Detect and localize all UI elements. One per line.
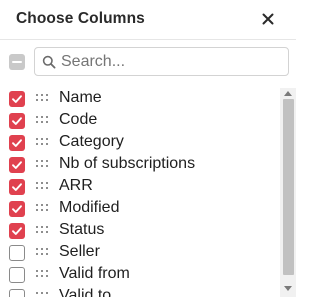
drag-handle-icon[interactable]	[36, 138, 48, 146]
close-icon	[262, 13, 274, 25]
column-label: Name	[59, 89, 102, 106]
column-checkbox[interactable]	[9, 245, 25, 261]
check-icon	[12, 205, 22, 213]
column-checkbox[interactable]	[9, 267, 25, 283]
drag-handle-icon[interactable]	[36, 270, 48, 278]
search-box[interactable]	[34, 47, 289, 76]
drag-handle-icon[interactable]	[36, 94, 48, 102]
column-row[interactable]: ARR	[0, 176, 280, 198]
drag-handle-icon[interactable]	[36, 292, 48, 297]
scroll-up-arrow-icon[interactable]	[284, 91, 292, 96]
check-icon	[12, 117, 22, 125]
column-row[interactable]: Status	[0, 220, 280, 242]
column-checkbox[interactable]	[9, 289, 25, 297]
select-all-checkbox[interactable]	[9, 54, 25, 70]
column-checkbox[interactable]	[9, 223, 25, 239]
column-row[interactable]: Modified	[0, 198, 280, 220]
column-row[interactable]: Valid to	[0, 286, 280, 297]
column-list: Name Code Category Nb of subscriptions ARR Mo…	[0, 88, 296, 297]
search-row	[0, 47, 296, 77]
column-checkbox[interactable]	[9, 201, 25, 217]
panel-header: Choose Columns	[0, 0, 296, 40]
column-label: Category	[59, 133, 124, 150]
column-label: ARR	[59, 177, 93, 194]
check-icon	[12, 183, 22, 191]
scroll-thumb[interactable]	[283, 99, 294, 275]
drag-handle-icon[interactable]	[36, 226, 48, 234]
scroll-down-arrow-icon[interactable]	[284, 286, 292, 291]
column-checkbox[interactable]	[9, 91, 25, 107]
column-row[interactable]: Code	[0, 110, 280, 132]
column-label: Modified	[59, 199, 120, 216]
drag-handle-icon[interactable]	[36, 248, 48, 256]
check-icon	[12, 161, 22, 169]
check-icon	[12, 95, 22, 103]
drag-handle-icon[interactable]	[36, 182, 48, 190]
column-checkbox[interactable]	[9, 135, 25, 151]
column-row[interactable]: Name	[0, 88, 280, 110]
list-scrollbar[interactable]	[280, 88, 296, 297]
column-label: Nb of subscriptions	[59, 155, 196, 172]
column-label: Code	[59, 111, 98, 128]
column-label: Valid from	[59, 265, 130, 282]
column-checkbox[interactable]	[9, 113, 25, 129]
column-label: Status	[59, 221, 105, 238]
drag-handle-icon[interactable]	[36, 116, 48, 124]
panel-title: Choose Columns	[16, 10, 145, 27]
column-row[interactable]: Category	[0, 132, 280, 154]
column-checkbox[interactable]	[9, 179, 25, 195]
column-row[interactable]: Valid from	[0, 264, 280, 286]
search-input[interactable]	[61, 51, 283, 72]
drag-handle-icon[interactable]	[36, 204, 48, 212]
choose-columns-panel: Choose Columns Name Code Category Nb of sub…	[0, 0, 296, 297]
column-label: Valid to	[59, 287, 112, 297]
search-icon	[42, 55, 56, 69]
column-row[interactable]: Nb of subscriptions	[0, 154, 280, 176]
close-button[interactable]	[259, 10, 277, 28]
drag-handle-icon[interactable]	[36, 160, 48, 168]
column-checkbox[interactable]	[9, 157, 25, 173]
column-label: Seller	[59, 243, 100, 260]
column-row[interactable]: Seller	[0, 242, 280, 264]
check-icon	[12, 139, 22, 147]
check-icon	[12, 227, 22, 235]
